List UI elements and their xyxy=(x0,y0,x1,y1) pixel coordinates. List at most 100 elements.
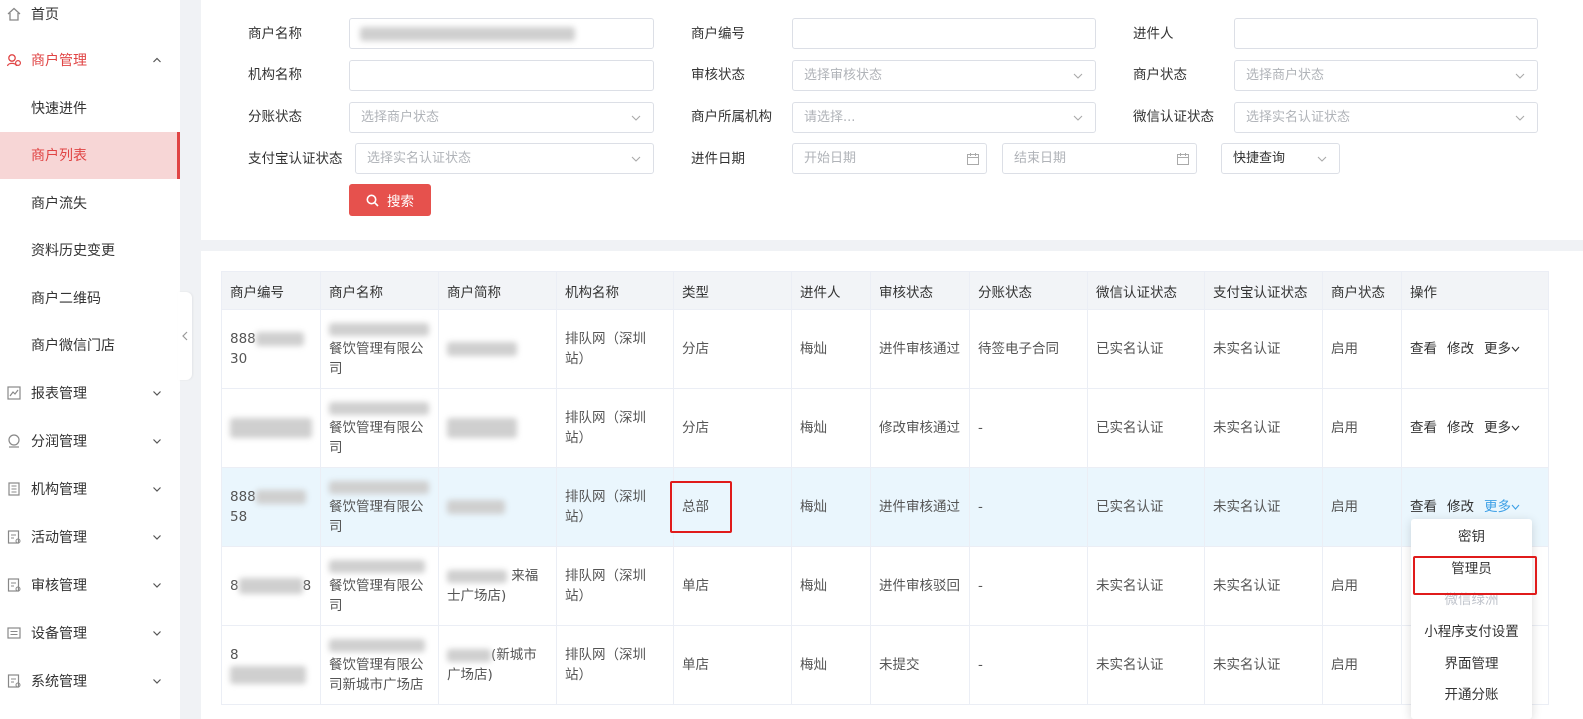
cell-merchant-name: 餐饮管理有限公司 xyxy=(320,467,439,547)
table-panel: 商户编号 商户名称 商户简称 机构名称 类型 进件人 审核状态 分账状态 微信认… xyxy=(201,251,1583,719)
more-dropdown-trigger[interactable]: 更多 xyxy=(1484,420,1520,436)
sidebar-item-history-change[interactable]: 资料历史变更 xyxy=(0,227,180,275)
owner-org-placeholder: 请选择... xyxy=(804,110,856,125)
merchant-no-label: 商户编号 xyxy=(691,26,745,42)
col-org-name: 机构名称 xyxy=(556,271,674,310)
col-type: 类型 xyxy=(673,271,792,310)
alipay-auth-label: 支付宝认证状态 xyxy=(248,151,343,167)
sidebar-item-merchant-qrcode[interactable]: 商户二维码 xyxy=(0,274,180,322)
org-name-input[interactable] xyxy=(349,60,654,91)
redacted-value xyxy=(230,418,312,438)
audit-status-select[interactable]: 选择审核状态 xyxy=(792,60,1096,91)
chevron-down-icon xyxy=(1511,425,1520,431)
quick-query-select[interactable]: 快捷查询 xyxy=(1221,143,1340,174)
sidebar-item-merchant-list[interactable]: 商户列表 xyxy=(0,131,180,179)
chevron-down-icon xyxy=(1515,73,1525,79)
chevron-down-icon xyxy=(153,631,161,636)
cell-wechat-auth: 未实名认证 xyxy=(1087,625,1205,705)
sidebar-item-audit-mgmt[interactable]: 审核管理 xyxy=(0,561,180,609)
filter-panel: 商户名称 商户编号 进件人 机构名称 审核状态 选择审核状态 商户状态 选择商户… xyxy=(201,0,1583,240)
cell-merchant-status: 启用 xyxy=(1322,309,1402,389)
start-date-input[interactable]: 开始日期 xyxy=(792,143,987,174)
redacted-value xyxy=(230,666,306,684)
sidebar-item-merchant-mgmt[interactable]: 商户管理 xyxy=(0,36,180,84)
view-link[interactable]: 查看 xyxy=(1410,499,1437,515)
annotation-box-type xyxy=(670,481,732,533)
col-merchant-status: 商户状态 xyxy=(1322,271,1402,310)
sidebar-item-home[interactable]: 首页 xyxy=(0,0,180,28)
dropdown-item-open-split[interactable]: 开通分账 xyxy=(1411,677,1532,709)
cell-split-status: 待签电子合同 xyxy=(969,309,1088,389)
cell-split-status: - xyxy=(969,388,1088,468)
sidebar-item-org-mgmt[interactable]: 机构管理 xyxy=(0,465,180,513)
sidebar-item-profit-share[interactable]: 分润管理 xyxy=(0,417,180,465)
col-merchant-name: 商户名称 xyxy=(320,271,439,310)
search-button[interactable]: 搜索 xyxy=(349,184,431,216)
sidebar-item-wechat-store[interactable]: 商户微信门店 xyxy=(0,322,180,370)
view-link[interactable]: 查看 xyxy=(1410,420,1437,436)
merchant-status-select[interactable]: 选择商户状态 xyxy=(1234,60,1538,91)
sidebar-item-activity-mgmt[interactable]: 活动管理 xyxy=(0,513,180,561)
sidebar-item-system-mgmt[interactable]: 系统管理 xyxy=(0,657,180,705)
cell-wechat-auth: 未实名认证 xyxy=(1087,546,1205,626)
more-dropdown-trigger[interactable]: 更多 xyxy=(1484,499,1520,515)
cell-applicant: 梅灿 xyxy=(791,388,871,468)
dropdown-item-ui-mgmt[interactable]: 界面管理 xyxy=(1411,646,1532,678)
cell-org-name: 排队网（深圳站） xyxy=(556,625,674,705)
table-row: 8 餐饮管理有限公司新城市广场店 (新城市广场店) 排队网（深圳站） 单店 梅灿… xyxy=(221,625,1549,705)
cell-merchant-name: 餐饮管理有限公司 xyxy=(320,388,439,468)
cell-merchant-no: 88858 xyxy=(221,467,321,547)
split-status-select[interactable]: 选择商户状态 xyxy=(349,102,654,133)
more-dropdown-trigger[interactable]: 更多 xyxy=(1484,341,1520,357)
edit-link[interactable]: 修改 xyxy=(1447,499,1474,515)
dropdown-item-secret-key[interactable]: 密钥 xyxy=(1411,519,1532,551)
redacted-value xyxy=(329,322,429,336)
sidebar-item-quick-apply[interactable]: 快速进件 xyxy=(0,84,180,132)
edit-link[interactable]: 修改 xyxy=(1447,420,1474,436)
sidebar-item-merchant-churn[interactable]: 商户流失 xyxy=(0,179,180,227)
cell-split-status: - xyxy=(969,546,1088,626)
redacted-value xyxy=(447,418,517,438)
sidebar-item-device-mgmt[interactable]: 设备管理 xyxy=(0,609,180,657)
annotation-box-admin xyxy=(1413,556,1537,595)
sidebar-item-reports[interactable]: 报表管理 xyxy=(0,369,180,417)
end-date-input[interactable]: 结束日期 xyxy=(1002,143,1197,174)
owner-org-select[interactable]: 请选择... xyxy=(792,102,1096,133)
device-icon xyxy=(7,627,21,639)
split-status-label: 分账状态 xyxy=(248,109,302,125)
calendar-icon xyxy=(967,153,979,165)
col-audit-status: 审核状态 xyxy=(870,271,970,310)
cell-audit-status: 未提交 xyxy=(870,625,970,705)
audit-icon xyxy=(7,578,21,592)
dropdown-item-miniapp-pay[interactable]: 小程序支付设置 xyxy=(1411,614,1532,646)
cell-merchant-status: 启用 xyxy=(1322,625,1402,705)
redacted-value xyxy=(255,332,304,346)
view-link[interactable]: 查看 xyxy=(1410,341,1437,357)
cell-org-name: 排队网（深圳站） xyxy=(556,309,674,389)
redacted-value xyxy=(447,500,505,514)
redacted-value xyxy=(329,480,429,494)
cell-merchant-short: (新城市广场店) xyxy=(438,625,557,705)
cell-type: 单店 xyxy=(673,546,792,626)
redacted-value xyxy=(447,569,507,583)
cell-applicant: 梅灿 xyxy=(791,467,871,547)
cell-merchant-status: 启用 xyxy=(1322,467,1402,547)
col-split-status: 分账状态 xyxy=(969,271,1088,310)
applicant-label: 进件人 xyxy=(1133,26,1174,42)
quick-query-value: 快捷查询 xyxy=(1233,151,1286,166)
cell-merchant-status: 启用 xyxy=(1322,388,1402,468)
chevron-down-icon xyxy=(153,583,161,588)
applicant-input[interactable] xyxy=(1234,18,1538,49)
wechat-auth-select[interactable]: 选择实名认证状态 xyxy=(1234,102,1538,133)
cell-audit-status: 进件审核通过 xyxy=(870,467,970,547)
sidebar-collapse-toggle[interactable] xyxy=(178,292,192,380)
edit-link[interactable]: 修改 xyxy=(1447,341,1474,357)
cell-audit-status: 进件审核驳回 xyxy=(870,546,970,626)
sidebar: 首页 商户管理 快速进件 商户列表 商户流失 资料历史变更 商户二维码 商户微信… xyxy=(0,0,180,719)
cell-wechat-auth: 已实名认证 xyxy=(1087,309,1205,389)
merchant-name-input[interactable] xyxy=(349,18,654,49)
cell-merchant-status: 启用 xyxy=(1322,546,1402,626)
merchant-no-input[interactable] xyxy=(792,18,1096,49)
alipay-auth-select[interactable]: 选择实名认证状态 xyxy=(355,143,654,174)
chevron-down-icon xyxy=(631,115,641,121)
